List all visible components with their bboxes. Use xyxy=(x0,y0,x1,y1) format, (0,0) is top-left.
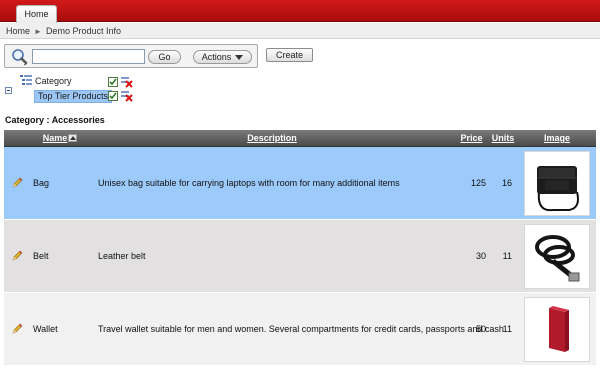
cell-name: Belt xyxy=(33,251,49,261)
table-header: Name Description Price Units Image xyxy=(4,130,596,147)
column-header-description[interactable]: Description xyxy=(234,130,310,147)
category-label: Category : xyxy=(5,115,50,125)
breadcrumb-home[interactable]: Home xyxy=(6,26,30,36)
cell-name: Bag xyxy=(33,178,50,188)
column-header-units[interactable]: Units xyxy=(491,130,515,147)
cell-name: Wallet xyxy=(33,324,58,334)
product-table: Name Description Price Units Image Bag U… xyxy=(4,130,596,366)
sort-ascending-icon xyxy=(68,134,78,142)
search-input[interactable] xyxy=(32,49,145,64)
delete-icon[interactable] xyxy=(121,90,133,102)
tree-collapse-toggle[interactable] xyxy=(5,87,12,94)
cell-units: 16 xyxy=(501,178,512,188)
product-image-belt xyxy=(524,224,590,289)
delete-icon[interactable] xyxy=(121,76,133,88)
table-row[interactable]: Wallet Travel wallet suitable for men an… xyxy=(4,293,596,366)
breadcrumb-separator-icon: ► xyxy=(34,27,42,36)
tree-item-category[interactable]: Category xyxy=(35,76,72,86)
column-header-name[interactable]: Name xyxy=(42,130,78,147)
chevron-down-icon xyxy=(235,55,244,60)
pencil-icon[interactable] xyxy=(11,250,23,262)
checkbox-icon[interactable] xyxy=(108,77,118,87)
cell-price: 50 xyxy=(475,324,486,334)
cell-price: 30 xyxy=(475,251,486,261)
actions-label: Actions xyxy=(201,52,232,62)
actions-menu-button[interactable]: Actions xyxy=(193,50,252,64)
tab-home[interactable]: Home xyxy=(16,5,57,23)
pencil-icon[interactable] xyxy=(11,323,23,335)
cell-description: Leather belt xyxy=(98,251,146,261)
top-navigation-bar: Home xyxy=(0,0,600,23)
product-image-wallet xyxy=(524,297,590,362)
tree-item-top-tier-products[interactable]: Top Tier Products xyxy=(34,90,113,103)
create-button[interactable]: Create xyxy=(266,48,313,62)
checkbox-icon[interactable] xyxy=(108,91,118,101)
column-header-name-label: Name xyxy=(42,133,68,143)
search-panel: Go Actions xyxy=(4,44,258,68)
breadcrumb-current: Demo Product Info xyxy=(45,26,121,36)
cell-units: 11 xyxy=(502,324,512,334)
table-row[interactable]: Belt Leather belt 30 11 xyxy=(4,220,596,293)
column-header-price[interactable]: Price xyxy=(459,130,484,147)
go-button[interactable]: Go xyxy=(148,50,181,64)
category-name: Accessories xyxy=(51,115,105,125)
category-heading: Category : Accessories xyxy=(5,115,105,125)
cell-units: 11 xyxy=(502,251,512,261)
cell-description: Unisex bag suitable for carrying laptops… xyxy=(98,178,400,188)
column-header-image[interactable]: Image xyxy=(542,130,572,147)
breadcrumb: Home ► Demo Product Info xyxy=(0,23,600,39)
pencil-icon[interactable] xyxy=(11,177,23,189)
cell-price: 125 xyxy=(470,178,486,188)
table-row[interactable]: Bag Unisex bag suitable for carrying lap… xyxy=(4,147,596,220)
search-icon[interactable] xyxy=(11,48,29,66)
product-image-bag xyxy=(524,151,590,216)
list-icon xyxy=(20,74,32,86)
